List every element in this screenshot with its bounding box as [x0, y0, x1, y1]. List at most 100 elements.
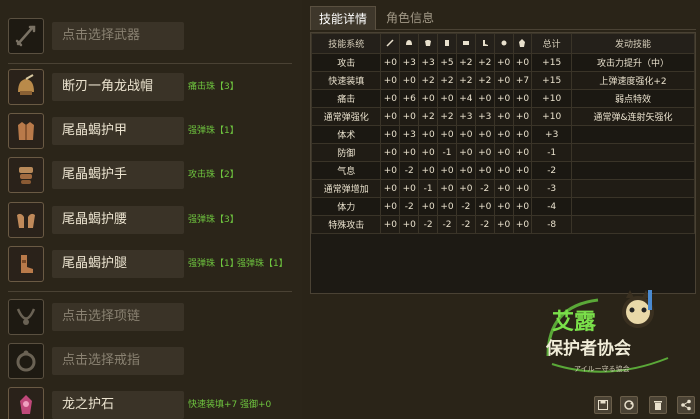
deco-icon — [493, 33, 514, 54]
refresh-button[interactable] — [620, 396, 638, 414]
skill-total: +10 — [531, 107, 572, 126]
skill-total: -4 — [531, 197, 572, 216]
tab-bar: 技能详情 角色信息 — [310, 6, 696, 30]
skill-point-cell: +0 — [437, 179, 457, 198]
skill-point-cell: +0 — [437, 125, 457, 144]
share-button[interactable] — [677, 396, 695, 414]
table-row: 体术 +0 +3 +0 +0 +0 +0 +0 +0 +3 — [310, 125, 696, 144]
weapon-slot[interactable]: 点击选择武器 — [0, 16, 302, 58]
charm-icon — [512, 33, 533, 54]
active-skill — [570, 125, 696, 144]
armor-slot-arms[interactable]: 尾晶蝎护手 攻击珠【2】 — [0, 155, 302, 197]
skill-point-cell: +0 — [493, 71, 514, 90]
skill-point-cell: +0 — [380, 107, 401, 126]
skill-point-cell: +2 — [437, 107, 457, 126]
skill-point-cell: +0 — [380, 161, 401, 180]
armor-name[interactable]: 断刃一角龙战帽 — [52, 73, 184, 101]
skill-point-cell: +0 — [380, 125, 401, 144]
skill-point-cell: +0 — [380, 197, 401, 216]
table-row: 防御 +0 +0 +0 -1 +0 +0 +0 +0 -1 — [310, 143, 696, 162]
deco-label: 痛击珠【3】 — [188, 82, 239, 92]
armor-name[interactable]: 尾晶蝎护甲 — [52, 117, 184, 145]
skill-point-cell: +0 — [493, 107, 514, 126]
skill-point-cell: +0 — [474, 89, 495, 108]
skill-point-cell: +0 — [493, 89, 514, 108]
active-skill — [570, 143, 696, 162]
skill-name: 防御 — [310, 143, 382, 162]
armor-name[interactable]: 尾晶蝎护手 — [52, 161, 184, 189]
skill-name: 快速装填 — [310, 71, 382, 90]
skill-point-cell: -2 — [437, 215, 457, 234]
skill-name: 体力 — [310, 197, 382, 216]
arms-icon — [8, 157, 44, 193]
waist-icon — [455, 33, 476, 54]
skill-point-cell: +0 — [512, 107, 533, 126]
armor-name[interactable]: 尾晶蝎护腿 — [52, 250, 184, 278]
necklace-slot[interactable]: 点击选择项链 — [0, 297, 302, 339]
skill-point-cell: +0 — [493, 161, 514, 180]
skill-point-cell: -2 — [474, 179, 495, 198]
skill-point-cell: +3 — [455, 107, 476, 126]
deco-label: 强弹珠【1】 — [237, 259, 288, 269]
skill-point-cell: +0 — [380, 89, 401, 108]
armor-slot-legs[interactable]: 尾晶蝎护腿 强弹珠【1】 强弹珠【1】 — [0, 244, 302, 286]
skill-point-cell: +0 — [418, 197, 439, 216]
save-icon — [598, 400, 608, 410]
eleu-protection-logo: 艾露 保护者协会 アイルー守る協会 — [538, 286, 688, 382]
skill-point-cell: -2 — [455, 215, 476, 234]
helm-icon — [399, 33, 420, 54]
skill-total: -2 — [531, 161, 572, 180]
helm-icon — [8, 69, 44, 105]
charm-name[interactable]: 龙之护石 — [52, 391, 184, 419]
skill-point-cell: +2 — [437, 71, 457, 90]
skill-point-cell: +3 — [399, 125, 420, 144]
tab-character-info[interactable]: 角色信息 — [378, 6, 442, 30]
delete-button[interactable] — [649, 396, 667, 414]
table-row: 通常弹增加 +0 +0 -1 +0 +0 -2 +0 +0 -3 — [310, 179, 696, 198]
skill-point-cell: +2 — [474, 53, 495, 72]
skill-point-cell: +0 — [455, 179, 476, 198]
skill-point-cell: -1 — [437, 143, 457, 162]
legs-icon — [8, 246, 44, 282]
weapon-icon — [380, 33, 401, 54]
ring-select-button[interactable]: 点击选择戒指 — [52, 347, 184, 375]
skill-point-cell: +0 — [399, 71, 420, 90]
skill-point-cell: +0 — [493, 143, 514, 162]
active-skill — [570, 215, 696, 234]
skill-point-cell: +0 — [512, 143, 533, 162]
skill-point-cell: +0 — [418, 125, 439, 144]
skill-point-cell: +0 — [512, 197, 533, 216]
trash-icon — [654, 401, 662, 410]
charm-slot[interactable]: 龙之护石 快速装填+7 强御+0 — [0, 385, 302, 419]
armor-slot-waist[interactable]: 尾晶蝎护腰 强弹珠【3】 — [0, 200, 302, 242]
tab-skill-details[interactable]: 技能详情 — [310, 6, 377, 30]
chest-icon — [8, 113, 44, 149]
save-button[interactable] — [594, 396, 612, 414]
skill-total: +10 — [531, 89, 572, 108]
skill-point-cell: +0 — [474, 125, 495, 144]
skill-total: -1 — [531, 143, 572, 162]
skill-point-cell: +0 — [437, 197, 457, 216]
skill-point-cell: -2 — [399, 161, 420, 180]
armor-name[interactable]: 尾晶蝎护腰 — [52, 206, 184, 234]
skill-point-cell: +2 — [474, 71, 495, 90]
deco-label: 强弹珠【1】 — [188, 126, 239, 136]
necklace-icon — [8, 299, 44, 335]
necklace-select-button[interactable]: 点击选择项链 — [52, 303, 184, 331]
table-row: 特殊攻击 +0 +0 -2 -2 -2 -2 +0 +0 -8 — [310, 215, 696, 234]
weapon-select-button[interactable]: 点击选择武器 — [52, 22, 184, 50]
divider — [8, 63, 292, 64]
refresh-icon — [624, 400, 634, 410]
armor-slot-chest[interactable]: 尾晶蝎护甲 强弹珠【1】 — [0, 111, 302, 153]
skill-point-cell: -1 — [418, 179, 439, 198]
logo-line3: アイルー守る協会 — [574, 365, 630, 373]
skill-point-cell: +2 — [418, 71, 439, 90]
legs-icon — [474, 33, 495, 54]
skill-point-cell: +0 — [474, 161, 495, 180]
skill-point-cell: -2 — [455, 197, 476, 216]
armor-slot-helm[interactable]: 断刃一角龙战帽 痛击珠【3】 — [0, 67, 302, 109]
share-icon — [681, 399, 691, 411]
col-skill-system: 技能系统 — [310, 33, 382, 54]
ring-slot[interactable]: 点击选择戒指 — [0, 341, 302, 383]
col-total: 总计 — [531, 33, 572, 54]
